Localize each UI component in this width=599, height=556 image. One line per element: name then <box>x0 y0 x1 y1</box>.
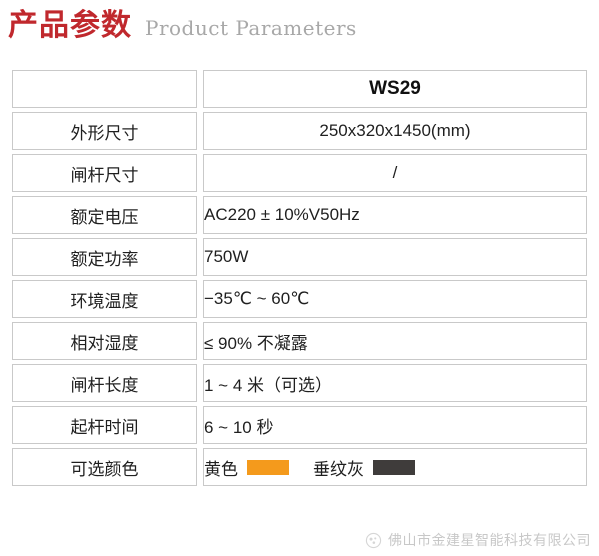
row-value-lift-time: 6 ~ 10 秒 <box>203 406 587 444</box>
table-row-colors: 可选颜色 黄色 垂纹灰 <box>12 448 587 486</box>
color-option-yellow-label: 黄色 <box>204 459 238 479</box>
row-label-optional-colors: 可选颜色 <box>12 448 197 486</box>
row-value-ambient-temperature: −35℃ ~ 60℃ <box>203 280 587 318</box>
row-value-rated-voltage: AC220 ± 10%V50Hz <box>203 196 587 234</box>
row-label-boom-size: 闸杆尺寸 <box>12 154 197 192</box>
row-label-boom-length: 闸杆长度 <box>12 364 197 402</box>
table-row: 环境温度 −35℃ ~ 60℃ <box>12 280 587 318</box>
row-value-relative-humidity: ≤ 90% 不凝露 <box>203 322 587 360</box>
color-swatch-yellow <box>247 459 289 475</box>
table-header-label-cell <box>12 70 197 108</box>
company-logo-icon <box>365 532 382 548</box>
page-title-en: Product Parameters <box>145 16 357 40</box>
row-value-boom-size: / <box>203 154 587 192</box>
table-row: 闸杆长度 1 ~ 4 米（可选） <box>12 364 587 402</box>
color-option-list: 黄色 垂纹灰 <box>204 455 586 480</box>
row-value-rated-power: 750W <box>203 238 587 276</box>
color-swatch-gray <box>373 459 415 475</box>
page-header: 产品参数 Product Parameters <box>0 0 599 48</box>
table-row: 外形尺寸 250x320x1450(mm) <box>12 112 587 150</box>
table-header-model-cell: WS29 <box>203 70 587 108</box>
page-title-cn: 产品参数 <box>8 9 132 42</box>
row-value-dimensions: 250x320x1450(mm) <box>203 112 587 150</box>
row-label-rated-voltage: 额定电压 <box>12 196 197 234</box>
table-body: WS29 外形尺寸 250x320x1450(mm) 闸杆尺寸 / 额定电压 A… <box>12 70 587 486</box>
table-row: 相对湿度 ≤ 90% 不凝露 <box>12 322 587 360</box>
row-value-boom-length: 1 ~ 4 米（可选） <box>203 364 587 402</box>
row-label-lift-time: 起杆时间 <box>12 406 197 444</box>
color-option-yellow: 黄色 <box>204 455 289 480</box>
color-option-gray: 垂纹灰 <box>313 455 415 480</box>
row-label-relative-humidity: 相对湿度 <box>12 322 197 360</box>
table-header-row: WS29 <box>12 70 587 108</box>
table-row: 起杆时间 6 ~ 10 秒 <box>12 406 587 444</box>
footer-watermark: 佛山市金建星智能科技有限公司 <box>365 530 591 550</box>
table-row: 闸杆尺寸 / <box>12 154 587 192</box>
watermark-text: 佛山市金建星智能科技有限公司 <box>388 532 591 548</box>
row-label-dimensions: 外形尺寸 <box>12 112 197 150</box>
table-row: 额定功率 750W <box>12 238 587 276</box>
row-label-rated-power: 额定功率 <box>12 238 197 276</box>
row-value-optional-colors: 黄色 垂纹灰 <box>203 448 587 486</box>
color-option-gray-label: 垂纹灰 <box>313 459 364 479</box>
table-row: 额定电压 AC220 ± 10%V50Hz <box>12 196 587 234</box>
product-parameters-table: WS29 外形尺寸 250x320x1450(mm) 闸杆尺寸 / 额定电压 A… <box>6 66 593 490</box>
row-label-ambient-temperature: 环境温度 <box>12 280 197 318</box>
